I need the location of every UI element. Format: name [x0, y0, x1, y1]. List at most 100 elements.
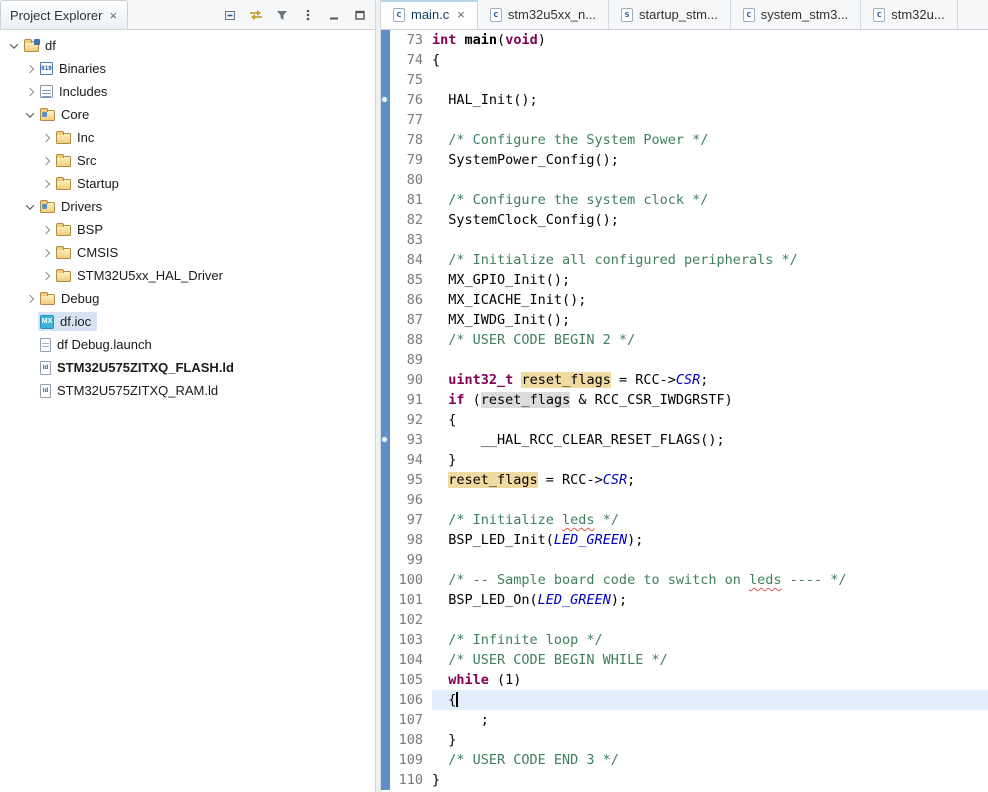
code-line-81[interactable]: 81 /* Configure the system clock */ [381, 190, 988, 210]
code-line-96[interactable]: 96 [381, 490, 988, 510]
code-editor[interactable]: 73 int main(void) 74{75 76 HAL_Init(); 77 78 … [381, 30, 988, 792]
code-line-78[interactable]: 78 /* Configure the System Power */ [381, 130, 988, 150]
code-line-102[interactable]: 102 [381, 610, 988, 630]
filter-icon[interactable] [274, 7, 289, 22]
code-line-100[interactable]: 100 /* -- Sample board code to switch on… [381, 570, 988, 590]
code-line-79[interactable]: 79 SystemPower_Config(); [381, 150, 988, 170]
tree-item-includes[interactable]: Includes [0, 80, 375, 103]
line-number[interactable]: 82 [390, 210, 432, 230]
line-number[interactable]: 94 [390, 450, 432, 470]
line-number[interactable]: 88 [390, 330, 432, 350]
line-number[interactable]: 87 [390, 310, 432, 330]
tree-item-inc[interactable]: Inc [0, 126, 375, 149]
expander-closed-icon[interactable] [38, 153, 54, 169]
code-line-89[interactable]: 89 [381, 350, 988, 370]
tree-item-stm32u5xx-hal-driver[interactable]: STM32U5xx_HAL_Driver [0, 264, 375, 287]
expander-closed-icon[interactable] [38, 245, 54, 261]
code-line-108[interactable]: 108 } [381, 730, 988, 750]
expander-open-icon[interactable] [22, 199, 38, 215]
line-number[interactable]: 79 [390, 150, 432, 170]
line-number[interactable]: 85 [390, 270, 432, 290]
line-number[interactable]: 92 [390, 410, 432, 430]
line-number[interactable]: 84 [390, 250, 432, 270]
editor-tab-stm32u[interactable]: c stm32u... [861, 0, 958, 29]
expander-closed-icon[interactable] [38, 176, 54, 192]
line-number[interactable]: 93 [390, 430, 432, 450]
expander-closed-icon[interactable] [22, 291, 38, 307]
line-number[interactable]: 91 [390, 390, 432, 410]
tree-item-debug[interactable]: Debug [0, 287, 375, 310]
tree-item-df[interactable]: df [0, 34, 375, 57]
expander-closed-icon[interactable] [22, 84, 38, 100]
line-number[interactable]: 81 [390, 190, 432, 210]
code-line-97[interactable]: 97 /* Initialize leds */ [381, 510, 988, 530]
expander-closed-icon[interactable] [38, 268, 54, 284]
code-line-95[interactable]: 95 reset_flags = RCC->CSR; [381, 470, 988, 490]
line-number[interactable]: 96 [390, 490, 432, 510]
line-number[interactable]: 104 [390, 650, 432, 670]
line-number[interactable]: 109 [390, 750, 432, 770]
tree-item-drivers[interactable]: Drivers [0, 195, 375, 218]
code-line-83[interactable]: 83 [381, 230, 988, 250]
code-line-87[interactable]: 87 MX_IWDG_Init(); [381, 310, 988, 330]
line-number[interactable]: 76 [390, 90, 432, 110]
editor-tab-system-stm3[interactable]: c system_stm3... [731, 0, 862, 29]
close-tab-icon[interactable]: × [457, 7, 465, 22]
line-number[interactable]: 108 [390, 730, 432, 750]
code-line-85[interactable]: 85 MX_GPIO_Init(); [381, 270, 988, 290]
code-line-99[interactable]: 99 [381, 550, 988, 570]
code-line-80[interactable]: 80 [381, 170, 988, 190]
code-line-98[interactable]: 98 BSP_LED_Init(LED_GREEN); [381, 530, 988, 550]
code-line-101[interactable]: 101 BSP_LED_On(LED_GREEN); [381, 590, 988, 610]
tree-item-bsp[interactable]: BSP [0, 218, 375, 241]
line-number[interactable]: 90 [390, 370, 432, 390]
tree-item-startup[interactable]: Startup [0, 172, 375, 195]
expander-open-icon[interactable] [6, 38, 22, 54]
line-number[interactable]: 103 [390, 630, 432, 650]
code-line-103[interactable]: 103 /* Infinite loop */ [381, 630, 988, 650]
view-menu-icon[interactable] [300, 7, 315, 22]
line-number[interactable]: 74 [390, 50, 432, 70]
line-number[interactable]: 73 [390, 30, 432, 50]
line-number[interactable]: 77 [390, 110, 432, 130]
collapse-all-icon[interactable] [222, 7, 237, 22]
tree-item-binaries[interactable]: 010 Binaries [0, 57, 375, 80]
code-line-84[interactable]: 84 /* Initialize all configured peripher… [381, 250, 988, 270]
line-number[interactable]: 100 [390, 570, 432, 590]
line-number[interactable]: 106 [390, 690, 432, 710]
line-number[interactable]: 101 [390, 590, 432, 610]
line-number[interactable]: 75 [390, 70, 432, 90]
line-number[interactable]: 80 [390, 170, 432, 190]
code-line-86[interactable]: 86 MX_ICACHE_Init(); [381, 290, 988, 310]
code-line-109[interactable]: 109 /* USER CODE END 3 */ [381, 750, 988, 770]
tree-item-core[interactable]: Core [0, 103, 375, 126]
line-number[interactable]: 105 [390, 670, 432, 690]
tree-item-df-ioc[interactable]: MX df.ioc [0, 310, 375, 333]
editor-tab-main-c[interactable]: c main.c × [381, 0, 478, 29]
code-line-104[interactable]: 104 /* USER CODE BEGIN WHILE */ [381, 650, 988, 670]
code-line-110[interactable]: 110} [381, 770, 988, 790]
code-line-90[interactable]: 90 uint32_t reset_flags = RCC->CSR; [381, 370, 988, 390]
code-line-105[interactable]: 105 while (1) [381, 670, 988, 690]
code-line-73[interactable]: 73 int main(void) [381, 30, 988, 50]
code-line-107[interactable]: 107 ; [381, 710, 988, 730]
minimize-icon[interactable] [326, 7, 341, 22]
code-line-74[interactable]: 74{ [381, 50, 988, 70]
tree-item-df-debug-launch[interactable]: df Debug.launch [0, 333, 375, 356]
line-number[interactable]: 110 [390, 770, 432, 790]
line-number[interactable]: 89 [390, 350, 432, 370]
code-line-76[interactable]: 76 HAL_Init(); [381, 90, 988, 110]
line-number[interactable]: 107 [390, 710, 432, 730]
line-number[interactable]: 99 [390, 550, 432, 570]
expander-open-icon[interactable] [22, 107, 38, 123]
editor-tab-stm32u5xx-n[interactable]: c stm32u5xx_n... [478, 0, 610, 29]
tree-item-stm32u575zitxq-ram-ld[interactable]: ld STM32U575ZITXQ_RAM.ld [0, 379, 375, 402]
code-line-77[interactable]: 77 [381, 110, 988, 130]
code-line-93[interactable]: 93 __HAL_RCC_CLEAR_RESET_FLAGS(); [381, 430, 988, 450]
expander-closed-icon[interactable] [38, 222, 54, 238]
line-number[interactable]: 78 [390, 130, 432, 150]
line-number[interactable]: 102 [390, 610, 432, 630]
code-line-92[interactable]: 92 { [381, 410, 988, 430]
code-line-75[interactable]: 75 [381, 70, 988, 90]
link-with-editor-icon[interactable] [248, 7, 263, 22]
